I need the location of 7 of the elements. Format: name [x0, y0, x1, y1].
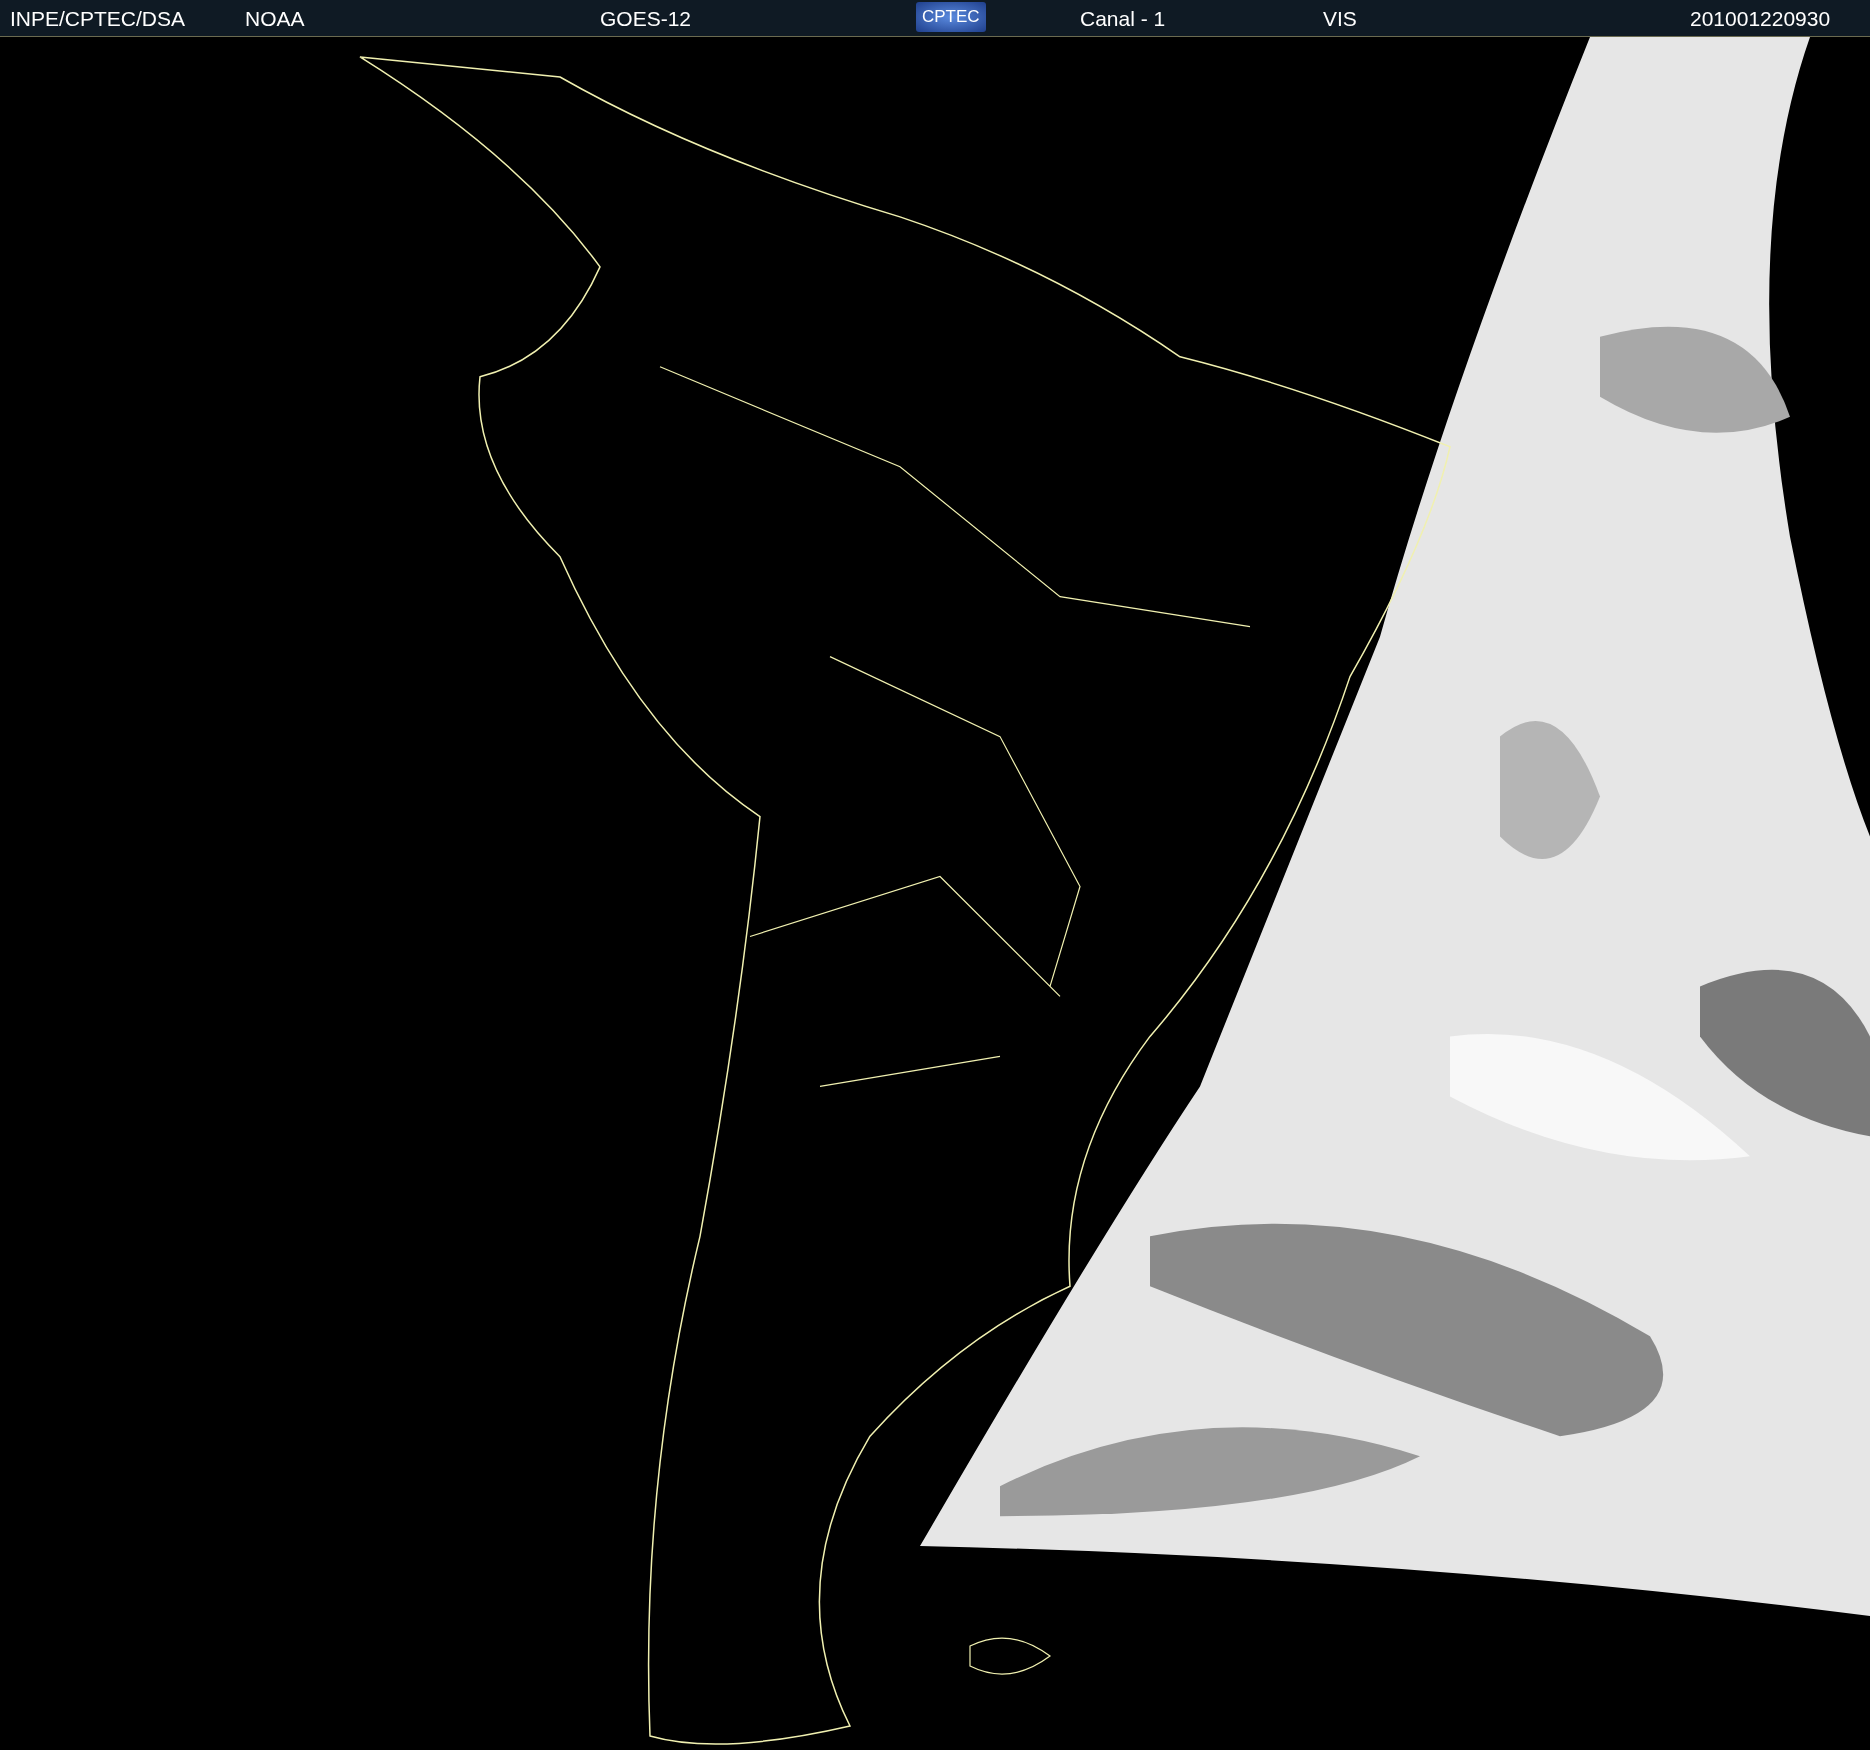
header-text: VIS [1323, 7, 1357, 31]
header-text: NOAA [245, 7, 305, 31]
header-text: Canal - 1 [1080, 7, 1166, 31]
header-text: GOES-12 [600, 7, 692, 31]
logo: CPTEC [916, 2, 986, 32]
header-text: 201001220930 [1690, 7, 1831, 31]
header-text: INPE/CPTEC/DSA [10, 7, 186, 31]
